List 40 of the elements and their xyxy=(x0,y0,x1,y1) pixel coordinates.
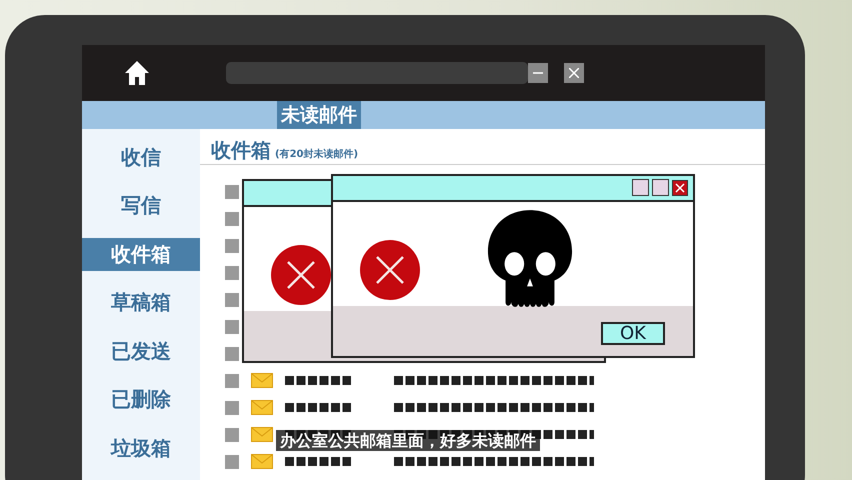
minimize-button[interactable] xyxy=(632,179,649,196)
close-icon xyxy=(569,68,579,78)
sidebar-item[interactable]: 写信 xyxy=(82,189,200,222)
inbox-title: 收件箱 xyxy=(211,136,271,164)
row-checkbox[interactable] xyxy=(225,400,239,415)
row-checkbox[interactable] xyxy=(225,212,239,226)
row-checkbox[interactable] xyxy=(225,266,239,280)
row-checkbox[interactable] xyxy=(225,238,239,253)
envelope-icon xyxy=(251,400,273,416)
close-button[interactable] xyxy=(672,180,688,196)
sidebar-item[interactable]: 已发送 xyxy=(82,334,200,368)
skull-icon xyxy=(486,210,574,308)
sidebar-item[interactable]: 草稿箱 xyxy=(82,286,200,319)
error-icon xyxy=(360,240,420,300)
banner-label: 未读邮件 xyxy=(277,100,361,128)
row-checkbox[interactable] xyxy=(225,184,239,199)
sender-placeholder xyxy=(285,457,351,466)
envelope-icon xyxy=(251,454,273,470)
home-icon[interactable] xyxy=(124,60,150,86)
row-checkbox[interactable] xyxy=(225,292,239,307)
sender-placeholder xyxy=(285,376,351,386)
sidebar-item[interactable]: 已删除 xyxy=(82,383,200,416)
row-checkbox[interactable] xyxy=(225,374,239,388)
sidebar-item[interactable]: 垃圾箱 xyxy=(82,432,200,464)
unread-count-note: (有20封未读邮件) xyxy=(275,148,358,160)
maximize-button[interactable] xyxy=(652,179,669,196)
ok-button[interactable]: OK xyxy=(601,322,665,344)
sender-placeholder xyxy=(285,403,351,412)
row-checkbox[interactable] xyxy=(225,454,239,469)
sidebar-item[interactable]: 收信 xyxy=(82,140,200,174)
subtitle: 办公室公共邮箱里面，好多未读邮件 xyxy=(276,430,540,451)
envelope-icon xyxy=(251,373,273,388)
minimize-button[interactable] xyxy=(528,62,548,83)
envelope-icon xyxy=(251,427,273,442)
error-icon xyxy=(271,244,331,304)
sidebar-item[interactable]: 收件箱 xyxy=(82,238,200,270)
row-checkbox[interactable] xyxy=(225,320,239,334)
close-button[interactable] xyxy=(564,62,584,83)
row-checkbox[interactable] xyxy=(225,428,239,442)
row-checkbox[interactable] xyxy=(225,346,239,361)
